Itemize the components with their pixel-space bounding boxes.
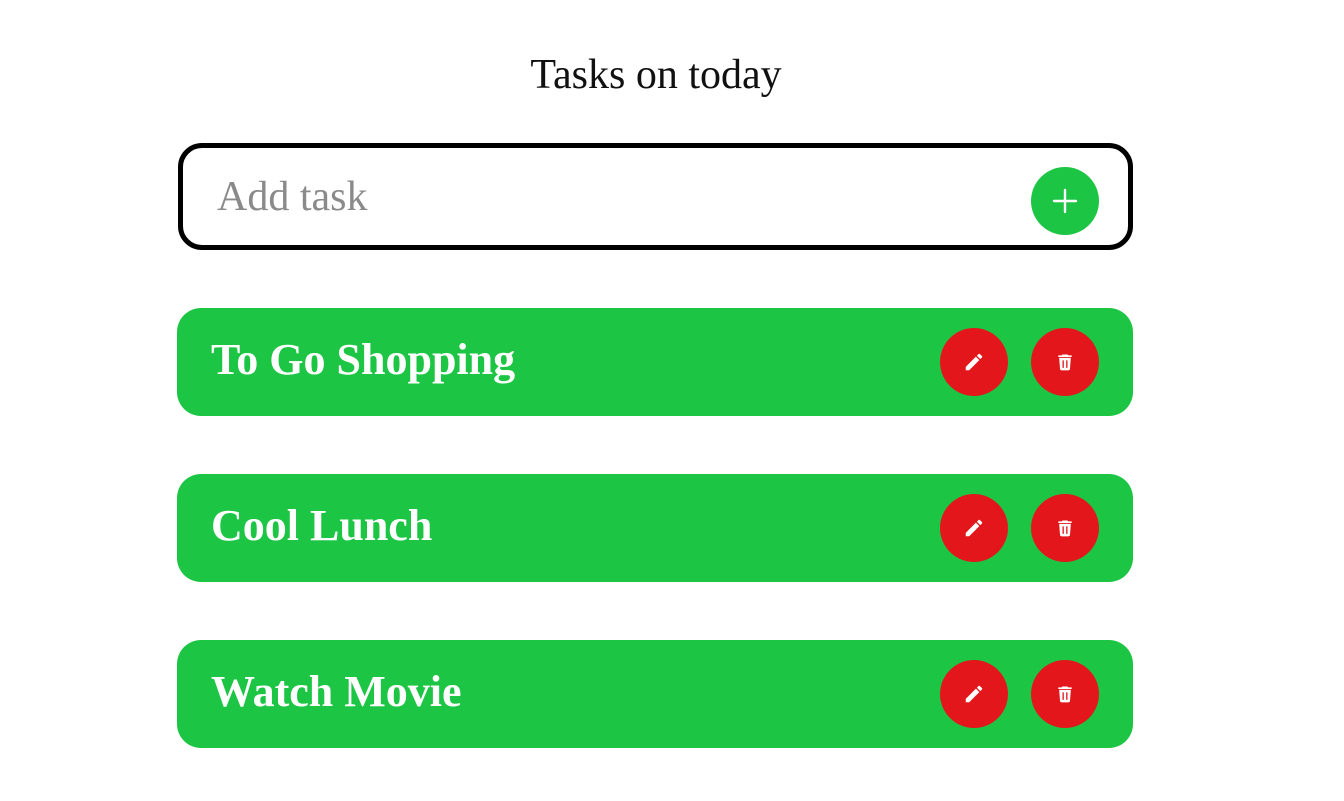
- task-item: Cool Lunch: [177, 474, 1133, 582]
- add-task-button[interactable]: [1031, 167, 1099, 235]
- delete-task-button[interactable]: [1031, 494, 1099, 562]
- trash-icon: [1055, 684, 1075, 704]
- pencil-icon: [963, 683, 985, 705]
- page-title: Tasks on today: [530, 52, 782, 98]
- pencil-icon: [963, 351, 985, 373]
- delete-task-button[interactable]: [1031, 660, 1099, 728]
- task-item: To Go Shopping: [177, 308, 1133, 416]
- task-label: Cool Lunch: [211, 501, 433, 550]
- edit-task-button[interactable]: [940, 660, 1008, 728]
- edit-task-button[interactable]: [940, 328, 1008, 396]
- app-page: Tasks on today To Go Shopping: [0, 0, 1344, 801]
- delete-task-button[interactable]: [1031, 328, 1099, 396]
- task-item: Watch Movie: [177, 640, 1133, 748]
- pencil-icon: [963, 517, 985, 539]
- task-label: To Go Shopping: [211, 335, 516, 384]
- trash-icon: [1055, 352, 1075, 372]
- task-label: Watch Movie: [211, 667, 462, 716]
- plus-icon: [1052, 188, 1078, 214]
- edit-task-button[interactable]: [940, 494, 1008, 562]
- task-list: To Go Shopping Cool Lunch Watch Movie: [177, 308, 1133, 801]
- add-task-input[interactable]: [217, 166, 997, 228]
- trash-icon: [1055, 518, 1075, 538]
- add-task-form: [178, 143, 1133, 250]
